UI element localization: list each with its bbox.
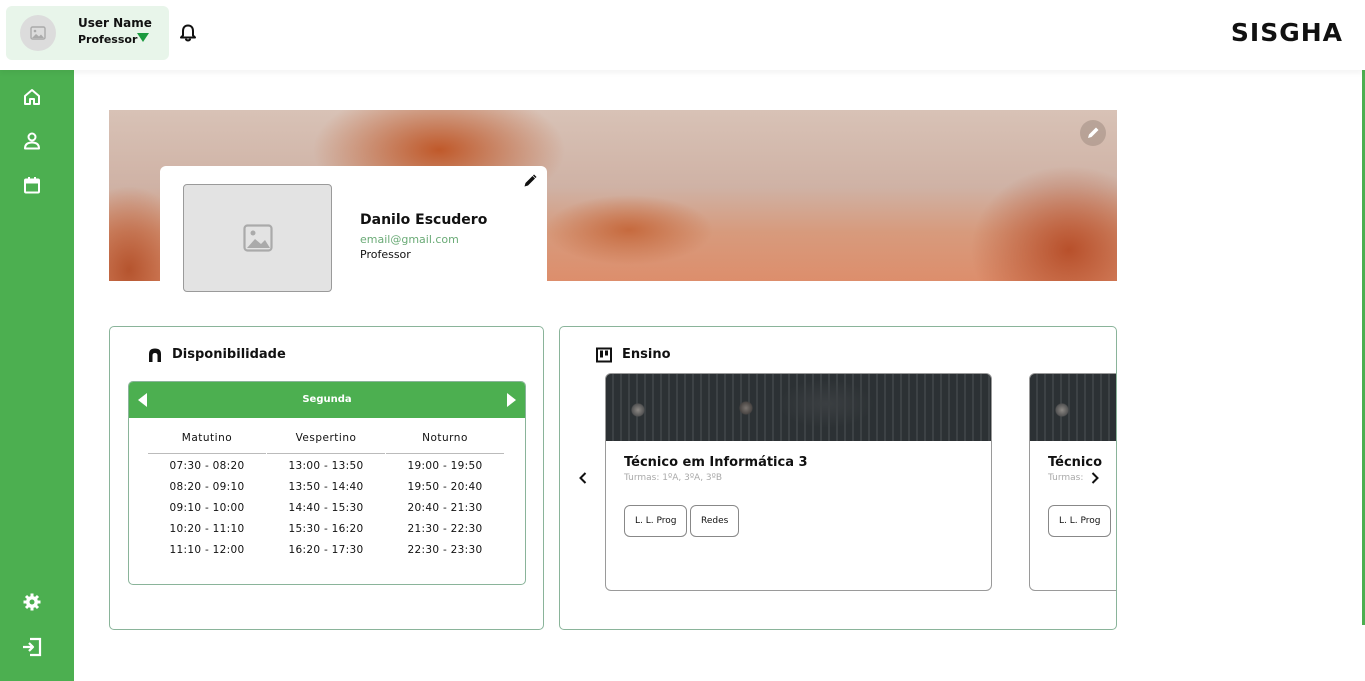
pencil-icon <box>1088 127 1099 138</box>
time-slot[interactable]: 19:50 - 20:40 <box>386 477 504 498</box>
panel-title: Disponibilidade <box>172 347 286 362</box>
schedule-column-noturno: Noturno 19:00 - 19:50 19:50 - 20:40 20:4… <box>386 432 504 561</box>
time-slot[interactable]: 19:00 - 19:50 <box>386 456 504 477</box>
column-header: Vespertino <box>267 432 385 454</box>
time-slot[interactable]: 13:00 - 13:50 <box>267 456 385 477</box>
availability-panel: Disponibilidade Segunda Matutino 07:30 -… <box>109 326 544 630</box>
course-classes: Turmas: 1ºA, 3ºA, 3ºB <box>624 473 723 483</box>
user-name: User Name <box>78 16 152 30</box>
calendar-icon[interactable] <box>21 174 43 196</box>
schedule-day: Segunda <box>302 394 352 405</box>
user-menu[interactable]: User Name Professor <box>6 6 169 60</box>
carousel-next-icon[interactable] <box>1088 471 1102 485</box>
profile-card: Danilo Escudero email@gmail.com Professo… <box>160 166 547 292</box>
logout-icon[interactable] <box>21 636 43 658</box>
schedule-column-vespertino: Vespertino 13:00 - 13:50 13:50 - 14:40 1… <box>267 432 385 561</box>
schedule-table: Segunda Matutino 07:30 - 08:20 08:20 - 0… <box>128 381 526 585</box>
profile-role: Professor <box>360 248 411 261</box>
image-placeholder-icon <box>242 224 273 252</box>
app-logo: SISGHA <box>1230 18 1343 47</box>
schedule-header: Segunda <box>129 382 525 418</box>
time-slot[interactable]: 21:30 - 22:30 <box>386 519 504 540</box>
column-header: Matutino <box>148 432 266 454</box>
sidebar <box>0 70 74 681</box>
profile-name: Danilo Escudero <box>360 212 488 228</box>
time-slot[interactable]: 11:10 - 12:00 <box>148 540 266 561</box>
time-slot[interactable]: 15:30 - 16:20 <box>267 519 385 540</box>
course-image <box>1030 374 1116 441</box>
home-icon[interactable] <box>21 86 43 108</box>
schedule-column-matutino: Matutino 07:30 - 08:20 08:20 - 09:10 09:… <box>148 432 266 561</box>
book-icon <box>596 347 612 363</box>
time-slot[interactable]: 14:40 - 15:30 <box>267 498 385 519</box>
caret-down-icon[interactable] <box>137 33 149 42</box>
subject-tag[interactable]: L. L. Prog <box>624 505 688 537</box>
course-image <box>606 374 991 441</box>
image-placeholder-icon <box>30 26 46 40</box>
course-classes: Turmas: <box>1048 473 1084 483</box>
course-card[interactable]: Técnico Turmas: L. L. Prog <box>1029 373 1116 591</box>
teaching-panel: Ensino Técnico em Informática 3 Turmas: … <box>559 326 1117 630</box>
time-slot[interactable]: 10:20 - 11:10 <box>148 519 266 540</box>
top-header: User Name Professor SISGHA <box>0 0 1365 70</box>
course-title: Técnico em Informática 3 <box>624 455 808 470</box>
time-slot[interactable]: 16:20 - 17:30 <box>267 540 385 561</box>
subject-tag[interactable]: L. L. Prog <box>1048 505 1112 537</box>
column-header: Noturno <box>386 432 504 454</box>
time-slot[interactable]: 13:50 - 14:40 <box>267 477 385 498</box>
carousel-prev-icon[interactable] <box>576 471 590 485</box>
app-page: User Name Professor SISGHA Danilo Escude… <box>0 0 1365 681</box>
bell-icon[interactable] <box>178 23 198 43</box>
avatar <box>20 15 56 51</box>
profile-photo[interactable] <box>183 184 332 292</box>
time-slot[interactable]: 07:30 - 08:20 <box>148 456 266 477</box>
user-icon[interactable] <box>21 130 43 152</box>
time-slot[interactable]: 22:30 - 23:30 <box>386 540 504 561</box>
course-title: Técnico <box>1048 455 1103 470</box>
next-day-arrow-icon[interactable] <box>507 393 516 407</box>
course-card[interactable]: Técnico em Informática 3 Turmas: 1ºA, 3º… <box>605 373 992 591</box>
panel-title: Ensino <box>622 347 671 362</box>
time-slot[interactable]: 20:40 - 21:30 <box>386 498 504 519</box>
edit-cover-button[interactable] <box>1080 120 1106 146</box>
subject-tag[interactable]: Redes <box>690 505 740 537</box>
availability-icon <box>149 348 161 362</box>
time-slot[interactable]: 08:20 - 09:10 <box>148 477 266 498</box>
gear-icon[interactable] <box>21 591 43 613</box>
pencil-icon[interactable] <box>523 174 537 188</box>
user-role: Professor <box>78 33 138 46</box>
profile-email: email@gmail.com <box>360 233 459 246</box>
time-slot[interactable]: 09:10 - 10:00 <box>148 498 266 519</box>
